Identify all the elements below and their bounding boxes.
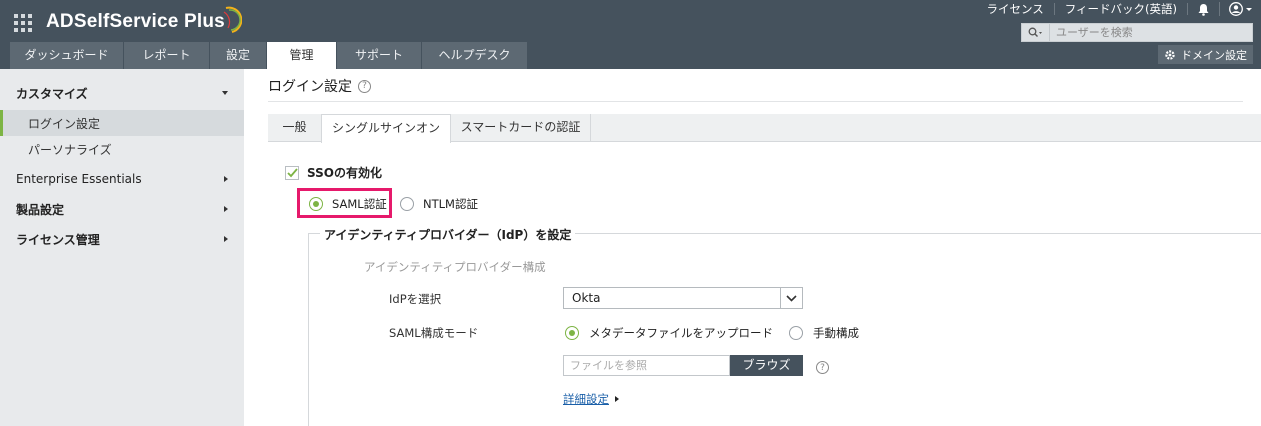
search-icon[interactable]	[1022, 24, 1050, 41]
browse-button[interactable]: ブラウズ	[730, 355, 803, 376]
advanced-settings-link[interactable]: 詳細設定	[563, 391, 619, 407]
idp-select-label: IdPを選択	[389, 292, 442, 306]
sidebar-item-label: ログイン設定	[28, 116, 101, 131]
page-title-text: ログイン設定	[268, 79, 352, 95]
idp-section-legend: アイデンティティプロバイダー（IdP）を設定	[320, 226, 576, 243]
sidebar-item-label: パーソナライズ	[28, 142, 112, 157]
sidebar-item-product-settings[interactable]: 製品設定	[0, 195, 244, 223]
ntlm-auth-option[interactable]: NTLM認証	[400, 196, 478, 212]
chevron-right-icon	[224, 176, 228, 182]
tab-single-sign-on[interactable]: シングルサインオン	[321, 114, 451, 143]
sidebar-item-login-settings[interactable]: ログイン設定	[0, 110, 244, 136]
check-icon	[286, 167, 298, 177]
sidebar-item-label: ライセンス管理	[16, 232, 100, 247]
tab-helpdesk[interactable]: ヘルプデスク	[422, 42, 527, 69]
idp-config-subheading: アイデンティティプロバイダー構成	[364, 260, 546, 274]
manual-config-label: 手動構成	[813, 326, 859, 340]
saml-auth-option[interactable]: SAML認証	[309, 196, 387, 212]
login-settings-tabs: 一般 シングルサインオン スマートカードの認証	[268, 114, 1261, 143]
app-grid-icon[interactable]	[14, 14, 32, 32]
caret-right-icon	[615, 396, 619, 402]
user-search	[1021, 23, 1253, 42]
sidebar-item-license-management[interactable]: ライセンス管理	[0, 225, 244, 253]
manual-config-radio[interactable]	[789, 326, 803, 340]
ntlm-auth-radio[interactable]	[400, 197, 414, 211]
top-header: ADSelfService Plus ライセンス フィードバック(英語) ダッシ…	[0, 0, 1261, 69]
tab-general[interactable]: 一般	[268, 114, 322, 142]
tab-smart-card-auth[interactable]: スマートカードの認証	[451, 114, 591, 142]
file-browse-input[interactable]: ファイルを参照	[563, 355, 730, 376]
chevron-right-icon	[224, 206, 228, 212]
upload-metadata-option[interactable]: メタデータファイルをアップロード	[565, 325, 773, 341]
app-logo-title: ADSelfService Plus	[46, 11, 225, 32]
sidebar-item-personalize[interactable]: パーソナライズ	[0, 136, 244, 162]
user-search-input[interactable]	[1050, 26, 1250, 39]
logo-arc-icon	[223, 6, 242, 33]
ntlm-auth-label: NTLM認証	[423, 197, 478, 211]
help-icon[interactable]: ?	[816, 361, 829, 374]
domain-settings-label: ドメイン設定	[1181, 48, 1247, 62]
sidebar-item-enterprise-essentials[interactable]: Enterprise Essentials	[0, 165, 244, 193]
sidebar-item-label: 製品設定	[16, 202, 65, 217]
sidebar: カスタマイズ ログイン設定 パーソナライズ Enterprise Essenti…	[0, 69, 244, 426]
user-account-icon[interactable]	[1219, 2, 1261, 16]
upload-metadata-radio[interactable]	[565, 326, 579, 340]
domain-settings-button[interactable]: ドメイン設定	[1158, 45, 1253, 64]
sso-enable-row: SSOの有効化	[285, 164, 382, 181]
gear-icon	[1165, 49, 1175, 60]
sidebar-item-label: カスタマイズ	[16, 86, 88, 101]
upload-metadata-label: メタデータファイルをアップロード	[589, 326, 773, 340]
sidebar-item-customize[interactable]: カスタマイズ	[0, 79, 244, 107]
license-link[interactable]: ライセンス	[976, 3, 1055, 15]
feedback-link[interactable]: フィードバック(英語)	[1055, 3, 1188, 15]
chevron-down-icon	[222, 91, 228, 95]
sidebar-item-label: Enterprise Essentials	[16, 172, 142, 186]
manual-config-option[interactable]: 手動構成	[789, 325, 859, 341]
tab-settings[interactable]: 設定	[210, 42, 266, 69]
main-tabs: ダッシュボード レポート 設定 管理 サポート ヘルプデスク	[10, 42, 528, 69]
advanced-settings-label: 詳細設定	[563, 392, 609, 406]
notification-bell-icon[interactable]	[1188, 3, 1219, 16]
saml-auth-label: SAML認証	[332, 197, 387, 211]
help-icon[interactable]: ?	[358, 79, 371, 93]
idp-select[interactable]: Okta	[563, 287, 803, 309]
sso-enable-label: SSOの有効化	[307, 166, 382, 180]
chevron-down-icon[interactable]	[780, 288, 802, 308]
tab-dashboard[interactable]: ダッシュボード	[10, 42, 123, 69]
saml-mode-label: SAML構成モード	[389, 326, 479, 340]
sso-enable-checkbox[interactable]	[285, 165, 299, 180]
idp-select-value: Okta	[572, 291, 601, 305]
tab-support[interactable]: サポート	[337, 42, 421, 69]
divider	[268, 101, 1243, 102]
chevron-right-icon	[224, 236, 228, 242]
top-links: ライセンス フィードバック(英語)	[976, 0, 1261, 18]
saml-auth-radio[interactable]	[309, 197, 323, 211]
tab-reports[interactable]: レポート	[124, 42, 209, 69]
page-title: ログイン設定 ?	[268, 76, 371, 96]
tab-admin[interactable]: 管理	[267, 42, 336, 69]
